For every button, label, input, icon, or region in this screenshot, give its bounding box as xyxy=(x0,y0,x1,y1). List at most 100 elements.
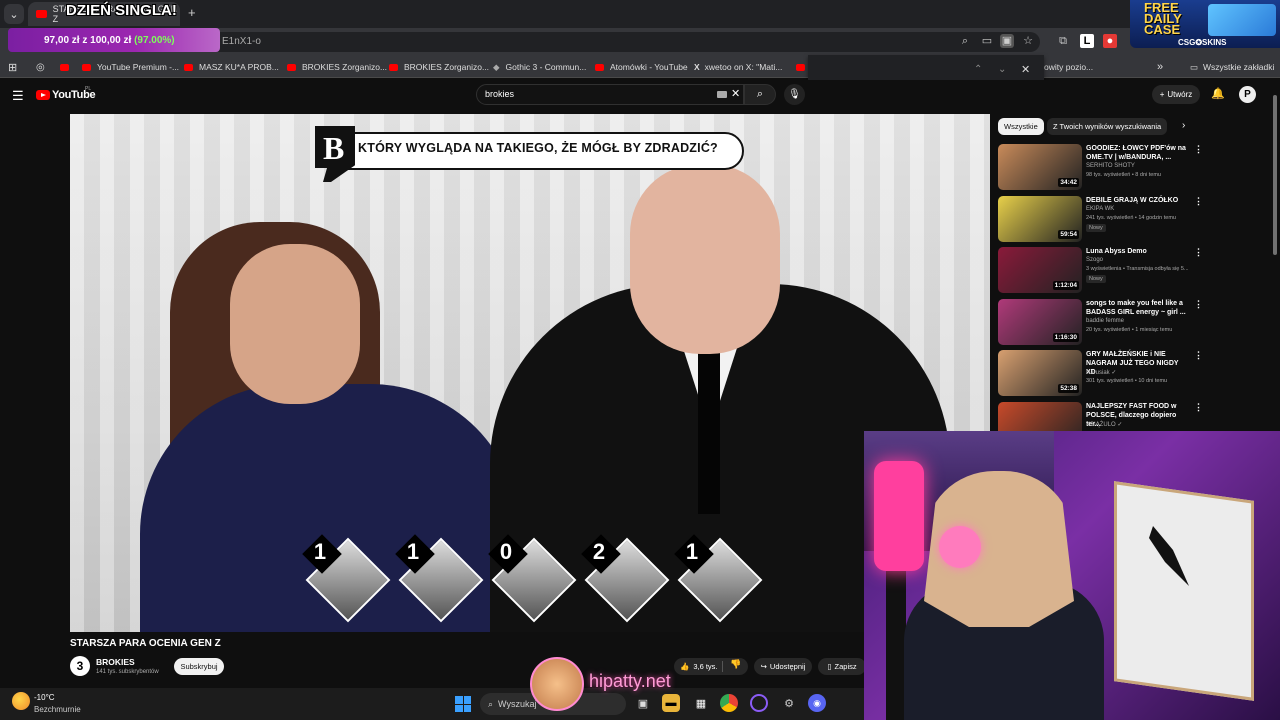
bookmark-item-5[interactable]: ◆ Gothic 3 - Commun... xyxy=(493,60,586,74)
video-channel[interactable]: SERHITO SHOTY xyxy=(1086,163,1135,169)
video-thumbnail[interactable]: 1:12:04 xyxy=(998,247,1082,293)
bookmark-youtube-red[interactable] xyxy=(60,60,75,74)
windows-start-icon[interactable] xyxy=(455,696,471,712)
video-thumbnail[interactable]: 1:16:30 xyxy=(998,298,1082,345)
keyboard-icon[interactable] xyxy=(717,91,727,98)
bookmark-item-3[interactable]: BROKIES Zorganizo... xyxy=(287,60,387,74)
folder-icon: ▭ xyxy=(1190,61,1199,72)
man-figure-tie xyxy=(698,334,720,514)
steam-icon[interactable]: ⚙ xyxy=(780,694,798,712)
more-options-icon[interactable]: ⋮ xyxy=(1194,247,1203,258)
bookmark-item-4[interactable]: BROKIES Zorganizo... xyxy=(389,60,489,74)
all-bookmarks[interactable]: ▭ Wszystkie zakładki xyxy=(1190,60,1274,74)
cast-icon[interactable]: ▭ xyxy=(980,34,994,48)
bookmark-label: MASZ KU*A PROB... xyxy=(199,62,279,72)
video-thumbnail[interactable] xyxy=(998,401,1082,432)
save-button[interactable]: ▯ Zapisz xyxy=(818,658,866,675)
share-button[interactable]: ↪ Udostępnij xyxy=(754,658,812,675)
search-value: brokies xyxy=(485,89,515,99)
video-title[interactable]: Luna Abyss Demo xyxy=(1086,247,1190,256)
video-channel[interactable]: Narusiak ✓ xyxy=(1086,369,1116,376)
file-explorer-icon[interactable]: ▬ xyxy=(662,694,680,712)
webcam-microphone xyxy=(874,461,924,571)
extension-puzzle-icon[interactable]: ⧉ xyxy=(1056,34,1070,48)
video-channel[interactable]: baddie femme xyxy=(1086,318,1124,324)
bookmark-item-8[interactable]: owity pozio... xyxy=(1044,60,1093,74)
more-options-icon[interactable]: ⋮ xyxy=(1194,350,1203,361)
new-badge: Nowy xyxy=(1086,275,1106,283)
create-label: Utwórz xyxy=(1167,90,1193,99)
zoom-icon[interactable]: ⌕ xyxy=(958,34,972,48)
score-value: 1 xyxy=(406,539,420,564)
chip-all[interactable]: Wszystkie xyxy=(998,118,1044,135)
video-channel[interactable]: Szogo xyxy=(1086,257,1103,263)
clear-search-icon[interactable]: ✕ xyxy=(731,87,740,100)
find-previous-icon[interactable]: ⌃ xyxy=(974,64,982,75)
video-title[interactable]: DEBILE GRAJĄ W CZÓŁKO xyxy=(1086,196,1190,205)
more-options-icon[interactable]: ⋮ xyxy=(1194,196,1203,207)
apps-icon[interactable]: ⊞ xyxy=(8,60,17,74)
search-icon: ⌕ xyxy=(756,88,764,100)
find-next-icon[interactable]: ⌄ xyxy=(998,64,1006,75)
bookmark-star-icon[interactable]: ☆ xyxy=(1021,34,1035,48)
like-divider xyxy=(722,661,723,672)
task-view-icon[interactable]: ▣ xyxy=(634,694,652,712)
chrome-icon[interactable] xyxy=(720,694,738,712)
video-title[interactable]: GOODIEZ: ŁOWCY PDF'ów na OME.TV | w/BAND… xyxy=(1086,144,1190,162)
bookmark-item-6[interactable]: Atomówki - YouTube xyxy=(595,60,688,74)
video-title[interactable]: songs to make you feel like a BADASS GIR… xyxy=(1086,299,1190,317)
chip-from-your-search[interactable]: Z Twoich wyników wyszukiwania xyxy=(1047,118,1168,135)
search-input[interactable] xyxy=(476,84,744,105)
bookmark-item-2[interactable]: MASZ KU*A PROB... xyxy=(184,60,279,74)
bookmark-item-7[interactable]: Xxwetoo on X: "Mati... xyxy=(694,60,782,74)
video-thumbnail[interactable]: 59:54 xyxy=(998,195,1082,242)
x-logo-icon: X xyxy=(694,62,700,72)
tab-search-icon[interactable]: ⌄ xyxy=(4,4,24,24)
app-circle-icon[interactable] xyxy=(750,694,768,712)
weather-moon-icon[interactable] xyxy=(12,692,30,710)
more-options-icon[interactable]: ⋮ xyxy=(1194,402,1203,413)
webcam-mic-arm xyxy=(886,551,906,720)
voice-search-button[interactable]: 🎙 xyxy=(784,84,805,105)
recommended-video[interactable]: 1:12:04 Luna Abyss Demo Szogo 3 wyświetleni… xyxy=(998,247,1268,293)
chevron-right-icon[interactable]: › xyxy=(1182,120,1185,131)
weather-temperature[interactable]: -10°C xyxy=(34,693,55,702)
score-value: 1 xyxy=(685,539,699,564)
extension-red-icon[interactable]: ● xyxy=(1103,34,1117,48)
channel-avatar[interactable]: 3 xyxy=(70,656,90,676)
new-tab-icon[interactable]: + xyxy=(188,5,196,20)
subscribe-button[interactable]: Subskrybuj xyxy=(174,658,224,675)
notifications-bell-icon[interactable]: 🔔 xyxy=(1211,87,1225,100)
scrollbar-thumb[interactable] xyxy=(1273,95,1277,255)
bookmark-item-1[interactable]: YouTube Premium -... xyxy=(82,60,179,74)
bookmark-icon-1[interactable]: ◎ xyxy=(36,60,45,74)
recommended-video[interactable]: 34:42 GOODIEZ: ŁOWCY PDF'ów na OME.TV | w… xyxy=(998,144,1268,190)
extension-icon[interactable]: ▣ xyxy=(1000,34,1014,48)
recommended-video[interactable]: NAJLEPSZY FAST FOOD w POLSCE, dlaczego d… xyxy=(998,401,1268,432)
hamburger-menu-icon[interactable]: ☰ xyxy=(12,88,24,104)
thumbs-down-icon[interactable]: 👎 xyxy=(730,659,741,670)
account-avatar[interactable]: P xyxy=(1239,86,1256,103)
bookmark-label: Atomówki - YouTube xyxy=(610,62,688,72)
more-options-icon[interactable]: ⋮ xyxy=(1194,299,1203,310)
video-channel[interactable]: KSIĄŻULO ✓ xyxy=(1086,421,1122,428)
more-bookmarks-icon[interactable]: » xyxy=(1157,60,1163,74)
create-button[interactable]: + Utwórz xyxy=(1152,85,1200,104)
find-close-icon[interactable]: ✕ xyxy=(1021,63,1030,76)
store-icon[interactable]: ▦ xyxy=(692,694,710,712)
video-thumbnail[interactable]: 34:42 xyxy=(998,144,1082,190)
recommended-video[interactable]: 1:16:30 songs to make you feel like a BAD… xyxy=(998,298,1268,345)
thumbs-up-icon: 👍 xyxy=(680,662,690,671)
recommended-video[interactable]: 59:54 DEBILE GRAJĄ W CZÓŁKO EKIPA WK 241 ty… xyxy=(998,195,1268,242)
discord-icon[interactable]: ◉ xyxy=(808,694,826,712)
video-channel[interactable]: EKIPA WK xyxy=(1086,206,1114,212)
search-button[interactable]: ⌕ xyxy=(744,84,776,105)
video-player[interactable]: B KTÓRY WYGLĄDA NA TAKIEGO, ŻE MÓGŁ BY Z… xyxy=(70,114,990,632)
video-thumbnail[interactable]: 52:38 xyxy=(998,350,1082,396)
channel-name[interactable]: BROKIES xyxy=(96,657,135,667)
weather-condition[interactable]: Bezchmurnie xyxy=(34,705,81,714)
recommended-video[interactable]: 52:38 GRY MAŁŻEŃSKIE i NIE NAGRAM JUŻ TEG… xyxy=(998,350,1268,396)
more-options-icon[interactable]: ⋮ xyxy=(1194,144,1203,155)
streamer-avatar xyxy=(530,657,584,711)
extension-l-icon[interactable]: L xyxy=(1080,34,1094,48)
